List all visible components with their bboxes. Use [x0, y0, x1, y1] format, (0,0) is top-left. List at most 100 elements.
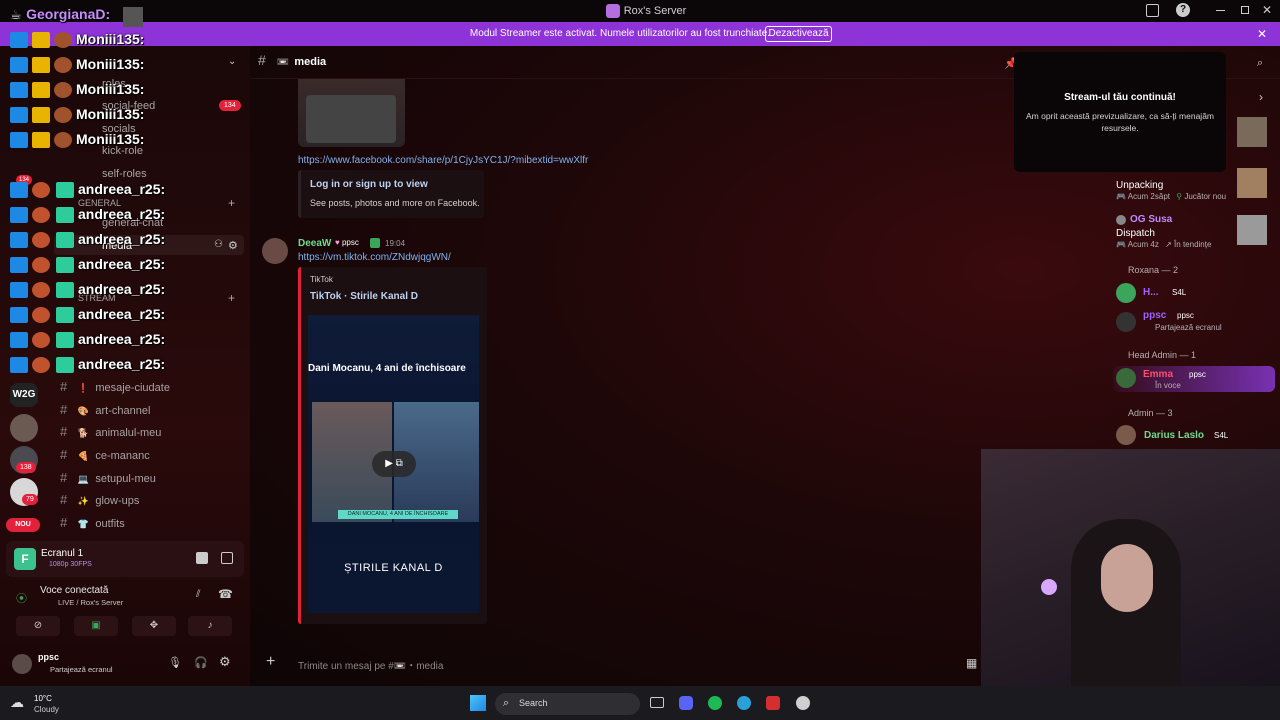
- image-preview-phone: [306, 95, 396, 143]
- discord-icon[interactable]: [679, 696, 693, 710]
- activity-name[interactable]: Unpacking: [1116, 180, 1163, 191]
- server-w2g[interactable]: W2G: [10, 383, 38, 407]
- avatar[interactable]: [1116, 283, 1136, 303]
- channel-mesaje-ciudate[interactable]: # ❗ mesaje-ciudate: [60, 378, 240, 394]
- member-tag: S4L: [1172, 288, 1187, 297]
- noise-suppression-icon[interactable]: ⫽: [196, 589, 200, 600]
- minimize-icon[interactable]: [1216, 10, 1225, 11]
- search-icon[interactable]: ⌕: [1257, 57, 1263, 70]
- mic-icon[interactable]: 🎙: [168, 656, 182, 669]
- weather-desc[interactable]: Cloudy: [34, 705, 59, 714]
- avatar[interactable]: [1116, 425, 1136, 445]
- add-channel-icon[interactable]: +: [228, 291, 235, 305]
- overlay-username: andreea_r25:: [78, 206, 166, 222]
- screen-share-title: Ecranul 1: [41, 548, 84, 559]
- emote-icon: [32, 207, 50, 223]
- deactivate-button[interactable]: Dezactivează: [765, 26, 832, 42]
- embed-title[interactable]: TikTok · Stirile Kanal D: [310, 291, 418, 302]
- avatar[interactable]: [262, 238, 288, 264]
- member-name[interactable]: Emma: [1143, 369, 1173, 380]
- channel-art-channel[interactable]: # 🎨 art-channel: [60, 401, 240, 417]
- member-name[interactable]: OG Susa: [1130, 214, 1172, 225]
- maximize-icon[interactable]: [1241, 6, 1249, 14]
- steam-icon[interactable]: [796, 696, 810, 710]
- task-view-icon[interactable]: [650, 697, 664, 708]
- emote-icon: [54, 57, 72, 73]
- channel-glow-ups[interactable]: # ✨ glow-ups: [60, 491, 240, 507]
- share-screen-button[interactable]: ▣: [74, 616, 118, 636]
- inbox-icon[interactable]: [1146, 4, 1159, 17]
- unread-badge: 79: [22, 494, 38, 505]
- chevron-down-icon[interactable]: ⌄: [228, 56, 236, 67]
- activities-button[interactable]: ✥: [132, 616, 176, 636]
- voice-status[interactable]: Voce conectată: [40, 585, 108, 596]
- apps-icon[interactable]: ▦: [966, 656, 977, 670]
- embed-description: See posts, photos and more on Facebook.: [310, 198, 480, 208]
- thumb-2: [1237, 168, 1267, 198]
- robot-icon: [56, 332, 74, 348]
- stop-share-icon[interactable]: [196, 552, 208, 564]
- tiktok-link[interactable]: https://vm.tiktok.com/ZNdwjqgWN/: [298, 252, 451, 263]
- video-thumbnail[interactable]: Dani Mocanu, 4 ani de închisoare ▶ ⧉ DAN…: [308, 315, 479, 613]
- headphones-icon[interactable]: 🎧: [194, 656, 208, 669]
- avatar[interactable]: [1116, 215, 1126, 225]
- weather-temp[interactable]: 10°C: [34, 694, 52, 703]
- server-cat[interactable]: [10, 414, 38, 442]
- robot-icon: [56, 282, 74, 298]
- hash-icon: #: [60, 402, 68, 417]
- soundboard-button[interactable]: ♪: [188, 616, 232, 636]
- member-name[interactable]: H...: [1143, 287, 1159, 298]
- channel-emoji: 👕: [77, 519, 89, 529]
- channel-ce-mananc[interactable]: # 🍕 ce-mananc: [60, 446, 240, 462]
- embed-title[interactable]: Log in or sign up to view: [310, 179, 428, 190]
- member-tag: ppsc: [1189, 370, 1206, 379]
- attach-icon[interactable]: +: [266, 653, 275, 671]
- search-box[interactable]: ⌕ Search: [495, 693, 640, 715]
- emote-icon: [32, 357, 50, 373]
- heart-icon: ♥: [335, 238, 340, 247]
- disconnect-icon[interactable]: ☎: [218, 587, 233, 601]
- video-logo: ȘTIRILE KANAL D: [344, 562, 443, 574]
- message-time: 19:04: [385, 239, 406, 248]
- member-name[interactable]: ppsc: [1143, 310, 1166, 321]
- channel-outfits[interactable]: # 👕 outfits: [60, 514, 240, 530]
- play-icon[interactable]: ▶ ⧉: [372, 451, 416, 477]
- add-channel-icon[interactable]: +: [228, 196, 235, 210]
- avatar[interactable]: [1116, 368, 1136, 388]
- share-settings-icon[interactable]: [221, 552, 233, 564]
- message-composer[interactable]: Trimite un mesaj pe #📼・media: [298, 657, 443, 672]
- channel-setupul-meu[interactable]: # 💻 setupul-meu: [60, 469, 240, 485]
- member-name[interactable]: Darius Laslo: [1144, 430, 1204, 441]
- app-icon[interactable]: [766, 696, 780, 710]
- mod-icon: [10, 107, 28, 123]
- user-settings-icon[interactable]: ⚙: [219, 654, 231, 670]
- edge-icon[interactable]: [737, 696, 751, 710]
- camera-off-button[interactable]: ⊘: [16, 616, 60, 636]
- spotify-icon[interactable]: [708, 696, 722, 710]
- activity-name[interactable]: Dispatch: [1116, 228, 1155, 239]
- avatar[interactable]: [12, 654, 32, 674]
- user-name: ppsc: [38, 652, 60, 662]
- windows-start-icon[interactable]: [470, 695, 486, 711]
- robot-icon: [56, 207, 74, 223]
- help-icon[interactable]: ?: [1176, 3, 1190, 17]
- emote-icon: [54, 132, 72, 148]
- emote-icon: [54, 82, 72, 98]
- avatar[interactable]: [1116, 312, 1136, 332]
- emote-icon: [32, 232, 50, 248]
- banner-close-icon[interactable]: ✕: [1257, 27, 1267, 41]
- message-author[interactable]: DeeaW: [298, 238, 331, 249]
- image-attachment[interactable]: [298, 79, 405, 147]
- signal-icon: ⦿: [16, 593, 27, 605]
- channel-label: ce-mananc: [95, 450, 150, 462]
- channel-animalul-meu[interactable]: # 🐕 animalul-meu: [60, 423, 240, 439]
- new-badge[interactable]: NOU: [6, 518, 40, 532]
- facebook-link[interactable]: https://www.facebook.com/share/p/1CjyJsY…: [298, 155, 588, 166]
- channel-emoji: 🍕: [77, 451, 89, 461]
- channel-emoji: ❗: [77, 383, 89, 393]
- chevron-right-icon[interactable]: ›: [1259, 90, 1263, 104]
- role-group-title: Admin — 3: [1128, 408, 1173, 418]
- voice-location[interactable]: LIVE / Rox's Server: [58, 598, 123, 607]
- emote-icon: [54, 32, 72, 48]
- close-icon[interactable]: ✕: [1262, 3, 1272, 17]
